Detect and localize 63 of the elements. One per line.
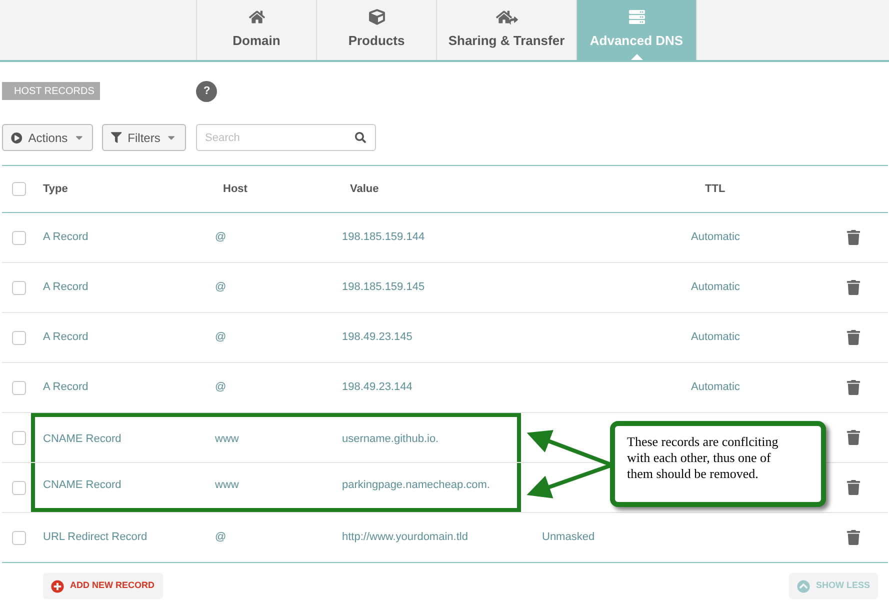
table-cell-text: A Record <box>42 280 90 296</box>
table-cell-text: CNAME Record <box>42 478 122 494</box>
table-cell-text: A Record <box>42 230 90 246</box>
house-arrow-icon <box>496 9 518 26</box>
table-cell: Automatic <box>691 281 740 294</box>
checkbox[interactable] <box>12 230 26 244</box>
checkbox[interactable] <box>12 430 26 444</box>
checkbox[interactable] <box>12 480 26 494</box>
trash-icon[interactable] <box>846 230 861 245</box>
table-cell-text: 198.185.159.144 <box>342 230 425 246</box>
table-cell-text: A Record <box>42 380 90 396</box>
trash-icon[interactable] <box>846 480 861 495</box>
callout: These records are conflciting with each other, thus one of them should be removed. <box>610 421 826 507</box>
search-icon <box>355 132 366 143</box>
table-cell-text: www <box>215 432 240 448</box>
trash-icon[interactable] <box>846 380 861 395</box>
column-header: Value <box>350 182 380 197</box>
table-cell: Unmasked <box>542 531 595 544</box>
plus-icon <box>51 580 64 592</box>
actions-dropdown[interactable]: Actions <box>2 124 93 151</box>
trash-icon[interactable] <box>846 280 861 295</box>
filter-icon <box>111 132 122 143</box>
help-button[interactable]: ? <box>196 80 218 102</box>
table-cell-text: username.github.io. <box>342 432 439 448</box>
checkbox[interactable] <box>12 182 26 196</box>
trash-icon[interactable] <box>846 430 861 445</box>
table-cell-text: 198.49.23.145 <box>342 330 412 346</box>
box-icon <box>368 9 384 26</box>
house-icon <box>248 9 264 26</box>
table-cell-text: @ <box>215 530 228 546</box>
table-cell-text: @ <box>215 330 228 346</box>
table-cell-text: @ <box>215 380 228 396</box>
table-cell: Automatic <box>691 231 740 244</box>
table-cell: Automatic <box>691 331 740 344</box>
table-cell-text: @ <box>215 230 228 246</box>
trash-icon[interactable] <box>846 530 861 545</box>
search-field[interactable]: Search <box>196 124 376 151</box>
checkbox[interactable] <box>12 530 26 544</box>
table-cell-text: URL Redirect Record <box>42 530 148 546</box>
checkbox[interactable] <box>12 380 26 394</box>
server-icon <box>628 9 644 26</box>
table-cell-text: www <box>215 478 240 494</box>
table-cell-text: CNAME Record <box>42 432 122 448</box>
tab[interactable]: Domain <box>196 0 316 60</box>
table-cell-text: 198.49.23.144 <box>342 380 412 396</box>
table-cell-text: http://www.yourdomain.tld <box>342 530 468 546</box>
column-header: TTL <box>705 182 726 197</box>
column-header: Type <box>43 182 69 197</box>
add-record-button[interactable]: ADD NEW RECORD <box>43 573 162 599</box>
column-header: Host <box>223 182 248 197</box>
table-cell-text: @ <box>215 280 228 296</box>
play-icon <box>11 132 22 144</box>
section-label: HOST RECORDS <box>2 82 100 100</box>
chevron-up-icon <box>796 580 810 592</box>
table-cell: Automatic <box>691 381 740 394</box>
trash-icon[interactable] <box>846 330 861 345</box>
tab[interactable]: Products <box>316 0 436 60</box>
table-cell-text: parkingpage.namecheap.com. <box>342 478 490 494</box>
checkbox[interactable] <box>12 330 26 344</box>
filters-dropdown[interactable]: Filters <box>102 124 186 151</box>
table-cell-text: 198.185.159.145 <box>342 280 425 296</box>
checkbox[interactable] <box>12 280 26 294</box>
table-cell-text: A Record <box>42 330 90 346</box>
